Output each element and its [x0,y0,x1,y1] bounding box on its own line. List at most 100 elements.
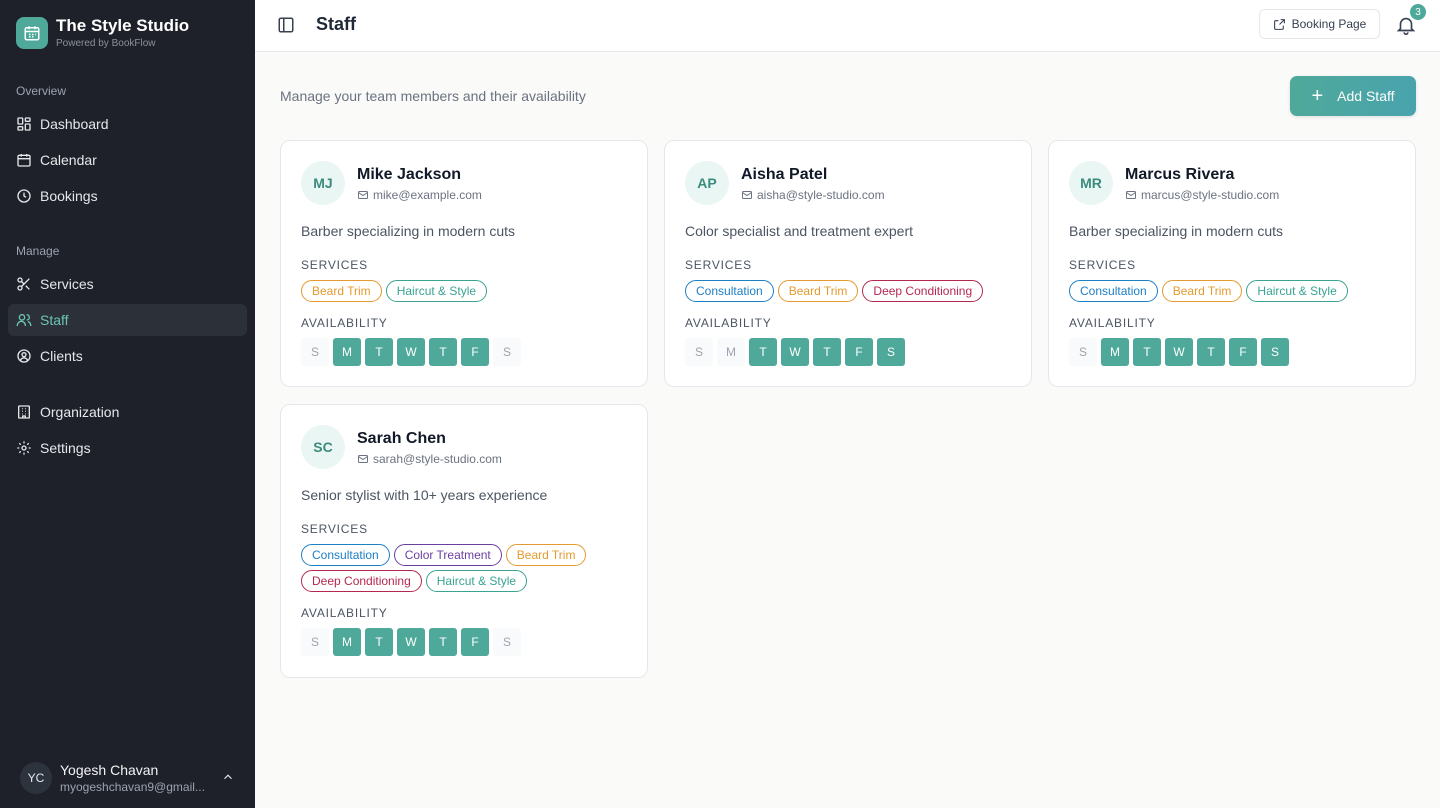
availability-day: S [1261,338,1289,366]
sidebar-item-calendar[interactable]: Calendar [8,144,247,176]
chevron-up-icon [224,774,232,780]
users-icon [16,312,32,328]
sidebar-item-label: Dashboard [40,116,109,132]
availability-label: AVAILABILITY [1069,316,1156,330]
sidebar-item-services[interactable]: Services [8,268,247,300]
sidebar-item-label: Bookings [40,188,98,204]
staff-description: Barber specializing in modern cuts [301,223,515,239]
availability-day: F [845,338,873,366]
scissors-icon [16,276,32,292]
staff-description: Senior stylist with 10+ years experience [301,487,548,503]
availability-day: S [685,338,713,366]
staff-email-text: marcus@style-studio.com [1141,188,1280,202]
sidebar-item-settings[interactable]: Settings [8,432,247,464]
mail-icon [1126,191,1136,199]
sidebar-item-clients[interactable]: Clients [8,340,247,372]
service-tags: Consultation Color Treatment Beard Trim Dee… [301,544,631,592]
service-tag: Color Treatment [393,544,502,566]
plus-icon: + [1311,85,1324,107]
notification-badge: 3 [1410,4,1426,20]
availability-day: W [1165,338,1193,366]
gear-icon [16,440,32,456]
service-tag: Consultation [1069,280,1158,302]
service-tag: Beard Trim [301,280,382,302]
availability-day: W [397,628,425,656]
sidebar-item-label: Clients [40,348,83,364]
nav-group-manage: Manage [16,244,60,258]
service-tag: Haircut & Style [1246,280,1348,302]
staff-email-text: mike@example.com [373,188,482,202]
availability-day: T [1197,338,1225,366]
staff-description: Color specialist and treatment expert [685,223,913,239]
availability-day: F [1229,338,1257,366]
service-tag: Haircut & Style [385,280,488,302]
availability-day: T [429,628,457,656]
service-tag: Beard Trim [505,544,587,566]
availability-day: F [461,338,489,366]
staff-name: Aisha Patel [741,166,828,183]
user-name: Yogesh Chavan [60,762,159,778]
services-label: SERVICES [301,258,368,272]
calendar-icon [16,152,32,168]
user-menu[interactable]: YC Yogesh Chavan myogeshchavan9@gmail... [8,748,247,808]
availability-label: AVAILABILITY [301,606,388,620]
avatar: MR [1069,161,1113,205]
staff-email: aisha@style-studio.com [741,188,885,202]
availability-day: M [717,338,745,366]
service-tags: Beard Trim Haircut & Style [301,280,631,302]
availability-day: S [301,338,329,366]
mail-icon [742,191,752,199]
service-tags: Consultation Beard Trim Deep Conditioning [685,280,1015,302]
availability-days: SMTWTFS [685,338,905,366]
availability-day: W [781,338,809,366]
staff-name: Mike Jackson [357,166,462,183]
sidebar-toggle-icon[interactable] [277,16,295,34]
staff-email: sarah@style-studio.com [357,452,502,466]
avatar: MJ [301,161,345,205]
availability-day: T [365,628,393,656]
availability-day: T [429,338,457,366]
building-icon [16,404,32,420]
availability-day: S [493,338,521,366]
booking-page-button[interactable]: Booking Page [1259,9,1380,39]
availability-day: T [365,338,393,366]
add-staff-label: Add Staff [1337,88,1395,104]
sidebar-item-dashboard[interactable]: Dashboard [8,108,247,140]
service-tag: Beard Trim [777,280,859,302]
user-email: myogeshchavan9@gmail... [60,780,205,794]
avatar: AP [685,161,729,205]
availability-day: M [333,338,361,366]
staff-card[interactable]: SC Sarah Chen sarah@style-studio.com Sen… [280,404,648,678]
brand-tagline: Powered by BookFlow [56,38,156,49]
staff-card[interactable]: MR Marcus Rivera marcus@style-studio.com… [1048,140,1416,387]
page-title: Staff [316,14,356,34]
staff-name: Sarah Chen [357,430,446,447]
availability-day: S [301,628,329,656]
avatar: SC [301,425,345,469]
staff-name: Marcus Rivera [1125,166,1235,183]
brand-name: The Style Studio [56,16,190,35]
staff-card[interactable]: AP Aisha Patel aisha@style-studio.com Co… [664,140,1032,387]
staff-email-text: sarah@style-studio.com [373,452,502,466]
services-label: SERVICES [1069,258,1136,272]
availability-day: S [1069,338,1097,366]
sidebar-item-bookings[interactable]: Bookings [8,180,247,212]
clock-icon [16,188,32,204]
service-tag: Consultation [301,544,390,566]
availability-days: SMTWTFS [1069,338,1289,366]
availability-day: S [493,628,521,656]
sidebar-item-organization[interactable]: Organization [8,396,247,428]
sidebar-item-staff[interactable]: Staff [8,304,247,336]
staff-email: marcus@style-studio.com [1125,188,1279,202]
sidebar: The Style Studio Powered by BookFlow Ove… [0,0,255,808]
staff-card[interactable]: MJ Mike Jackson mike@example.com Barber … [280,140,648,387]
add-staff-button[interactable]: + Add Staff [1290,76,1416,116]
staff-description: Barber specializing in modern cuts [1069,223,1283,239]
brand[interactable]: The Style Studio Powered by BookFlow [16,16,189,49]
availability-days: SMTWTFS [301,628,521,656]
availability-day: T [749,338,777,366]
mail-icon [358,455,368,463]
services-label: SERVICES [301,522,368,536]
service-tag: Haircut & Style [425,570,528,592]
availability-day: W [397,338,425,366]
